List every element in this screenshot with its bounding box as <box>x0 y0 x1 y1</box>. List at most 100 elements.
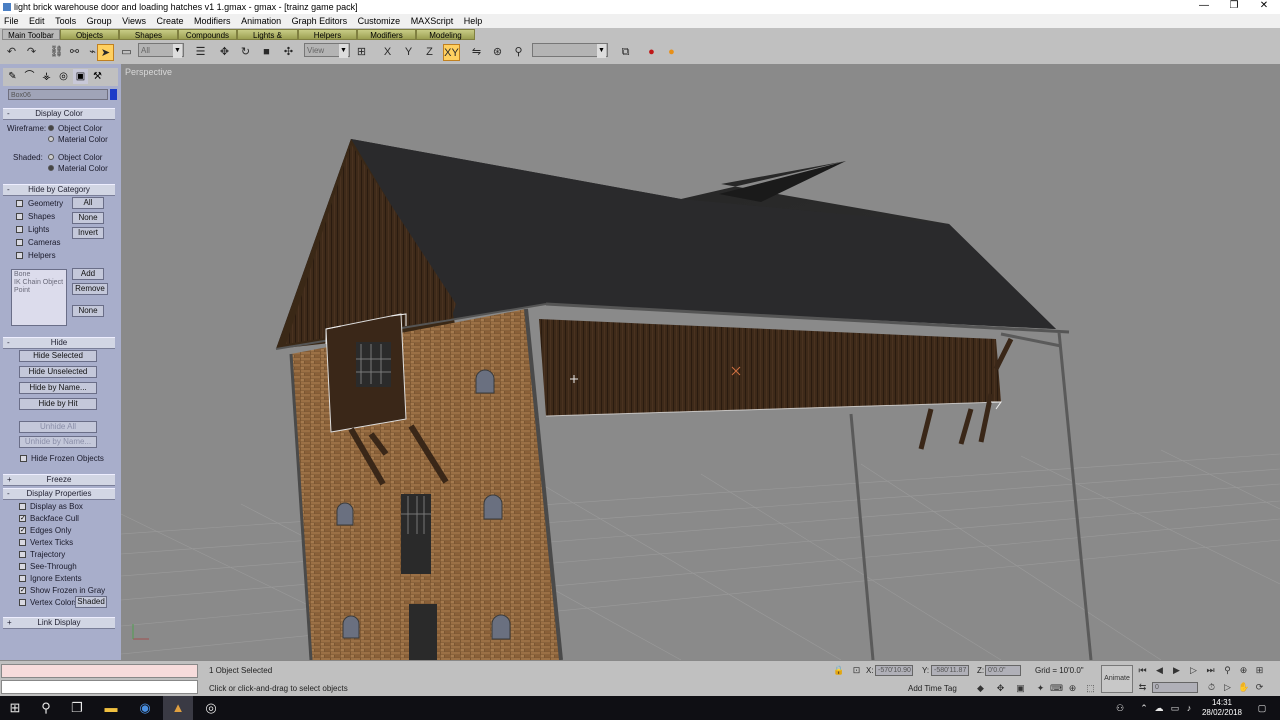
menu-customize[interactable]: Customize <box>354 14 405 28</box>
snap-icon[interactable]: ⚲ <box>510 44 527 61</box>
notifications-icon[interactable]: ▢ <box>1254 696 1270 720</box>
goto-end-icon[interactable]: ⏭ <box>1205 665 1216 676</box>
selection-filter-dropdown[interactable]: All <box>138 43 184 58</box>
tab-modifiers[interactable]: Modifiers <box>357 29 416 40</box>
axis-xy-icon[interactable]: XY <box>443 44 460 61</box>
spinner-snap-icon[interactable]: ✦ <box>1035 683 1046 694</box>
shaded-object-color-radio[interactable] <box>48 154 54 160</box>
menu-create[interactable]: Create <box>153 14 188 28</box>
y-coord-field[interactable]: -580'11.87 <box>931 665 969 676</box>
shaded-button[interactable]: Shaded <box>75 596 107 608</box>
vertex-colors-checkbox[interactable] <box>19 599 26 606</box>
object-name-field[interactable]: Box06 <box>8 89 108 100</box>
task-view-icon[interactable]: ❐ <box>62 696 92 720</box>
menu-modifiers[interactable]: Modifiers <box>190 14 235 28</box>
maxscript-output-field[interactable] <box>1 680 198 694</box>
current-frame-field[interactable]: 0 <box>1152 682 1198 693</box>
axis-y-icon[interactable]: Y <box>400 44 417 61</box>
object-color-swatch[interactable] <box>110 89 117 100</box>
menu-maxscript[interactable]: MAXScript <box>407 14 458 28</box>
show-frozen-gray-checkbox[interactable]: ✓ <box>19 587 26 594</box>
hide-selected-button[interactable]: Hide Selected <box>19 350 97 362</box>
rollout-display-properties[interactable]: - Display Properties <box>3 488 115 500</box>
list-item[interactable]: IK Chain Object <box>14 279 64 287</box>
rollout-hide[interactable]: - Hide <box>3 337 115 349</box>
select-object-icon[interactable]: ➤ <box>97 44 114 61</box>
pan-icon[interactable]: ✋ <box>1238 682 1249 693</box>
animate-button[interactable]: Animate <box>1101 665 1133 693</box>
see-through-checkbox[interactable] <box>19 563 26 570</box>
degradation-override-icon[interactable]: ⊕ <box>1067 683 1078 694</box>
rollout-display-color[interactable]: - Display Color <box>3 108 115 120</box>
lock-selection-icon[interactable]: 🔒 <box>833 665 844 676</box>
maxscript-listener-input[interactable] <box>1 664 198 678</box>
snap-toggle-icon[interactable]: ◆ <box>975 683 986 694</box>
display-tab-icon[interactable]: ▣ <box>73 69 88 84</box>
unhide-by-name-button[interactable]: Unhide by Name... <box>19 436 97 448</box>
shapes-checkbox[interactable] <box>16 213 23 220</box>
display-as-box-checkbox[interactable] <box>19 503 26 510</box>
window-crossing-icon[interactable]: ⬚ <box>1085 683 1096 694</box>
move-icon[interactable]: ✥ <box>216 44 233 61</box>
keyboard-shortcut-icon[interactable]: ⌨ <box>1050 683 1063 694</box>
menu-views[interactable]: Views <box>118 14 150 28</box>
category-none-button[interactable]: None <box>72 305 104 317</box>
hide-category-invert-button[interactable]: Invert <box>72 227 104 239</box>
tray-chevron-icon[interactable]: ⌃ <box>1138 696 1150 720</box>
shaded-material-color-radio[interactable] <box>48 165 54 171</box>
tab-objects[interactable]: Objects <box>60 29 119 40</box>
motion-tab-icon[interactable]: ◎ <box>56 69 71 84</box>
axis-x-icon[interactable]: X <box>379 44 396 61</box>
z-coord-field[interactable]: 0'0.0" <box>985 665 1021 676</box>
taskbar-clock[interactable]: 14:31 28/02/2018 <box>1194 698 1250 718</box>
create-tab-icon[interactable]: ✎ <box>5 69 20 84</box>
zoom-all-icon[interactable]: ⊕ <box>1238 665 1249 676</box>
minimize-button[interactable]: — <box>1189 0 1219 14</box>
viewport-label[interactable]: Perspective <box>125 67 172 77</box>
category-list[interactable]: Bone IK Chain Object Point <box>11 269 67 326</box>
gmax-icon[interactable]: ▲ <box>163 696 193 720</box>
zoom-extents-icon[interactable]: ⊞ <box>1254 665 1265 676</box>
menu-tools[interactable]: Tools <box>51 14 80 28</box>
network-icon[interactable]: ▭ <box>1168 696 1182 720</box>
rotate-icon[interactable]: ↻ <box>237 44 254 61</box>
tab-compounds[interactable]: Compounds <box>178 29 237 40</box>
cameras-checkbox[interactable] <box>16 239 23 246</box>
percent-snap-toggle-icon[interactable]: ▣ <box>1015 683 1026 694</box>
tab-main-toolbar[interactable]: Main Toolbar <box>2 29 60 40</box>
prev-frame-icon[interactable]: ◀ <box>1154 665 1165 676</box>
goto-start-icon[interactable]: ⏮ <box>1137 665 1148 676</box>
backface-cull-checkbox[interactable]: ✓ <box>19 515 26 522</box>
axis-z-icon[interactable]: Z <box>421 44 438 61</box>
hide-unselected-button[interactable]: Hide Unselected <box>19 366 97 378</box>
redo-icon[interactable]: ↷ <box>23 44 40 61</box>
rollout-link-display[interactable]: + Link Display <box>3 617 115 629</box>
select-link-icon[interactable]: ⛓ <box>48 44 65 61</box>
tab-helpers[interactable]: Helpers <box>298 29 357 40</box>
close-button[interactable]: ✕ <box>1249 0 1279 14</box>
select-by-name-icon[interactable]: ☰ <box>192 44 209 61</box>
menu-group[interactable]: Group <box>83 14 116 28</box>
rollout-freeze[interactable]: + Freeze <box>3 474 115 486</box>
restore-button[interactable]: ❐ <box>1219 0 1249 14</box>
named-selection-dropdown[interactable] <box>532 43 608 58</box>
helpers-checkbox[interactable] <box>16 252 23 259</box>
tab-modeling[interactable]: Modeling <box>416 29 475 40</box>
undo-icon[interactable]: ↶ <box>3 44 20 61</box>
unhide-all-button[interactable]: Unhide All <box>19 421 97 433</box>
hierarchy-tab-icon[interactable]: ⚶ <box>39 69 54 84</box>
time-config-icon[interactable]: ⏱ <box>1206 682 1217 693</box>
hide-by-hit-button[interactable]: Hide by Hit <box>19 398 97 410</box>
edges-only-checkbox[interactable]: ✓ <box>19 527 26 534</box>
hide-frozen-checkbox[interactable] <box>20 455 27 462</box>
next-frame-icon[interactable]: ▷ <box>1188 665 1199 676</box>
x-coord-field[interactable]: -570'10.90 <box>875 665 913 676</box>
scale-icon[interactable]: ■ <box>258 44 275 61</box>
named-selection-icon[interactable]: ⧉ <box>617 44 634 61</box>
pivot-icon[interactable]: ✣ <box>280 44 297 61</box>
mirror-icon[interactable]: ⇋ <box>468 44 485 61</box>
perspective-viewport[interactable]: Perspective <box>121 64 1280 660</box>
tab-lights-cameras[interactable]: Lights & Cameras <box>237 29 298 51</box>
modify-tab-icon[interactable]: ⌒ <box>22 69 37 84</box>
onedrive-icon[interactable]: ☁ <box>1152 696 1166 720</box>
